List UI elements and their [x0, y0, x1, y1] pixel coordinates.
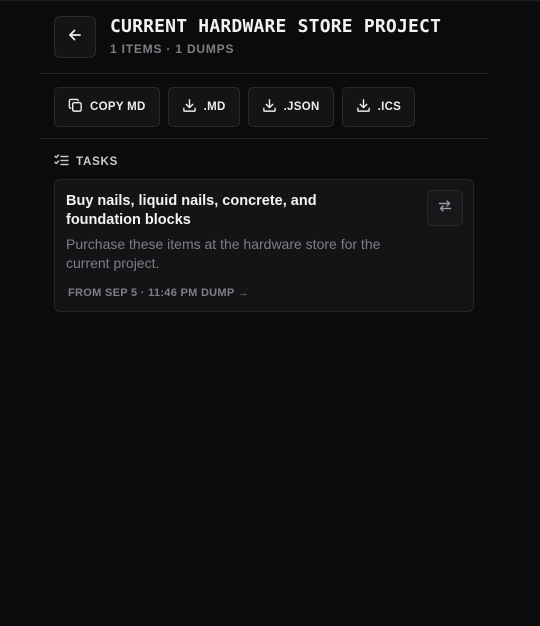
download-icon — [356, 98, 371, 116]
download-icon — [262, 98, 277, 116]
back-button[interactable] — [54, 16, 96, 58]
title-block: CURRENT HARDWARE STORE PROJECT 1 ITEMS ·… — [110, 16, 441, 56]
download-json-label: .JSON — [283, 101, 320, 113]
toolbar-divider — [40, 138, 488, 139]
task-title: Buy nails, liquid nails, concrete, and f… — [66, 193, 317, 228]
page-header: CURRENT HARDWARE STORE PROJECT 1 ITEMS ·… — [54, 16, 441, 58]
export-toolbar: COPY MD .MD .JSON .ICS — [54, 87, 416, 127]
project-stats: 1 ITEMS · 1 DUMPS — [110, 42, 235, 56]
swap-arrows-icon — [437, 198, 453, 219]
task-source-link[interactable]: FROM SEP 5 · 11:46 PM DUMP → — [68, 287, 462, 299]
download-json-button[interactable]: .JSON — [247, 87, 334, 127]
copy-icon — [68, 98, 83, 116]
copy-md-button[interactable]: COPY MD — [54, 87, 160, 127]
arrow-left-icon — [67, 27, 83, 48]
task-description: Purchase these items at the hardware sto… — [66, 236, 381, 271]
list-checks-icon — [54, 154, 69, 170]
tasks-section-label: TASKS — [76, 156, 119, 168]
download-icon — [182, 98, 197, 116]
task-card[interactable]: Buy nails, liquid nails, concrete, and f… — [54, 179, 474, 312]
project-page: CURRENT HARDWARE STORE PROJECT 1 ITEMS ·… — [0, 0, 540, 626]
download-ics-button[interactable]: .ICS — [341, 87, 416, 127]
page-title: CURRENT HARDWARE STORE PROJECT — [110, 16, 442, 37]
copy-md-label: COPY MD — [90, 101, 146, 113]
header-divider — [40, 73, 488, 74]
download-md-button[interactable]: .MD — [167, 87, 240, 127]
convert-task-button[interactable] — [427, 190, 463, 226]
download-md-label: .MD — [203, 101, 226, 113]
tasks-section-header: TASKS — [54, 154, 118, 170]
download-ics-label: .ICS — [377, 101, 402, 113]
